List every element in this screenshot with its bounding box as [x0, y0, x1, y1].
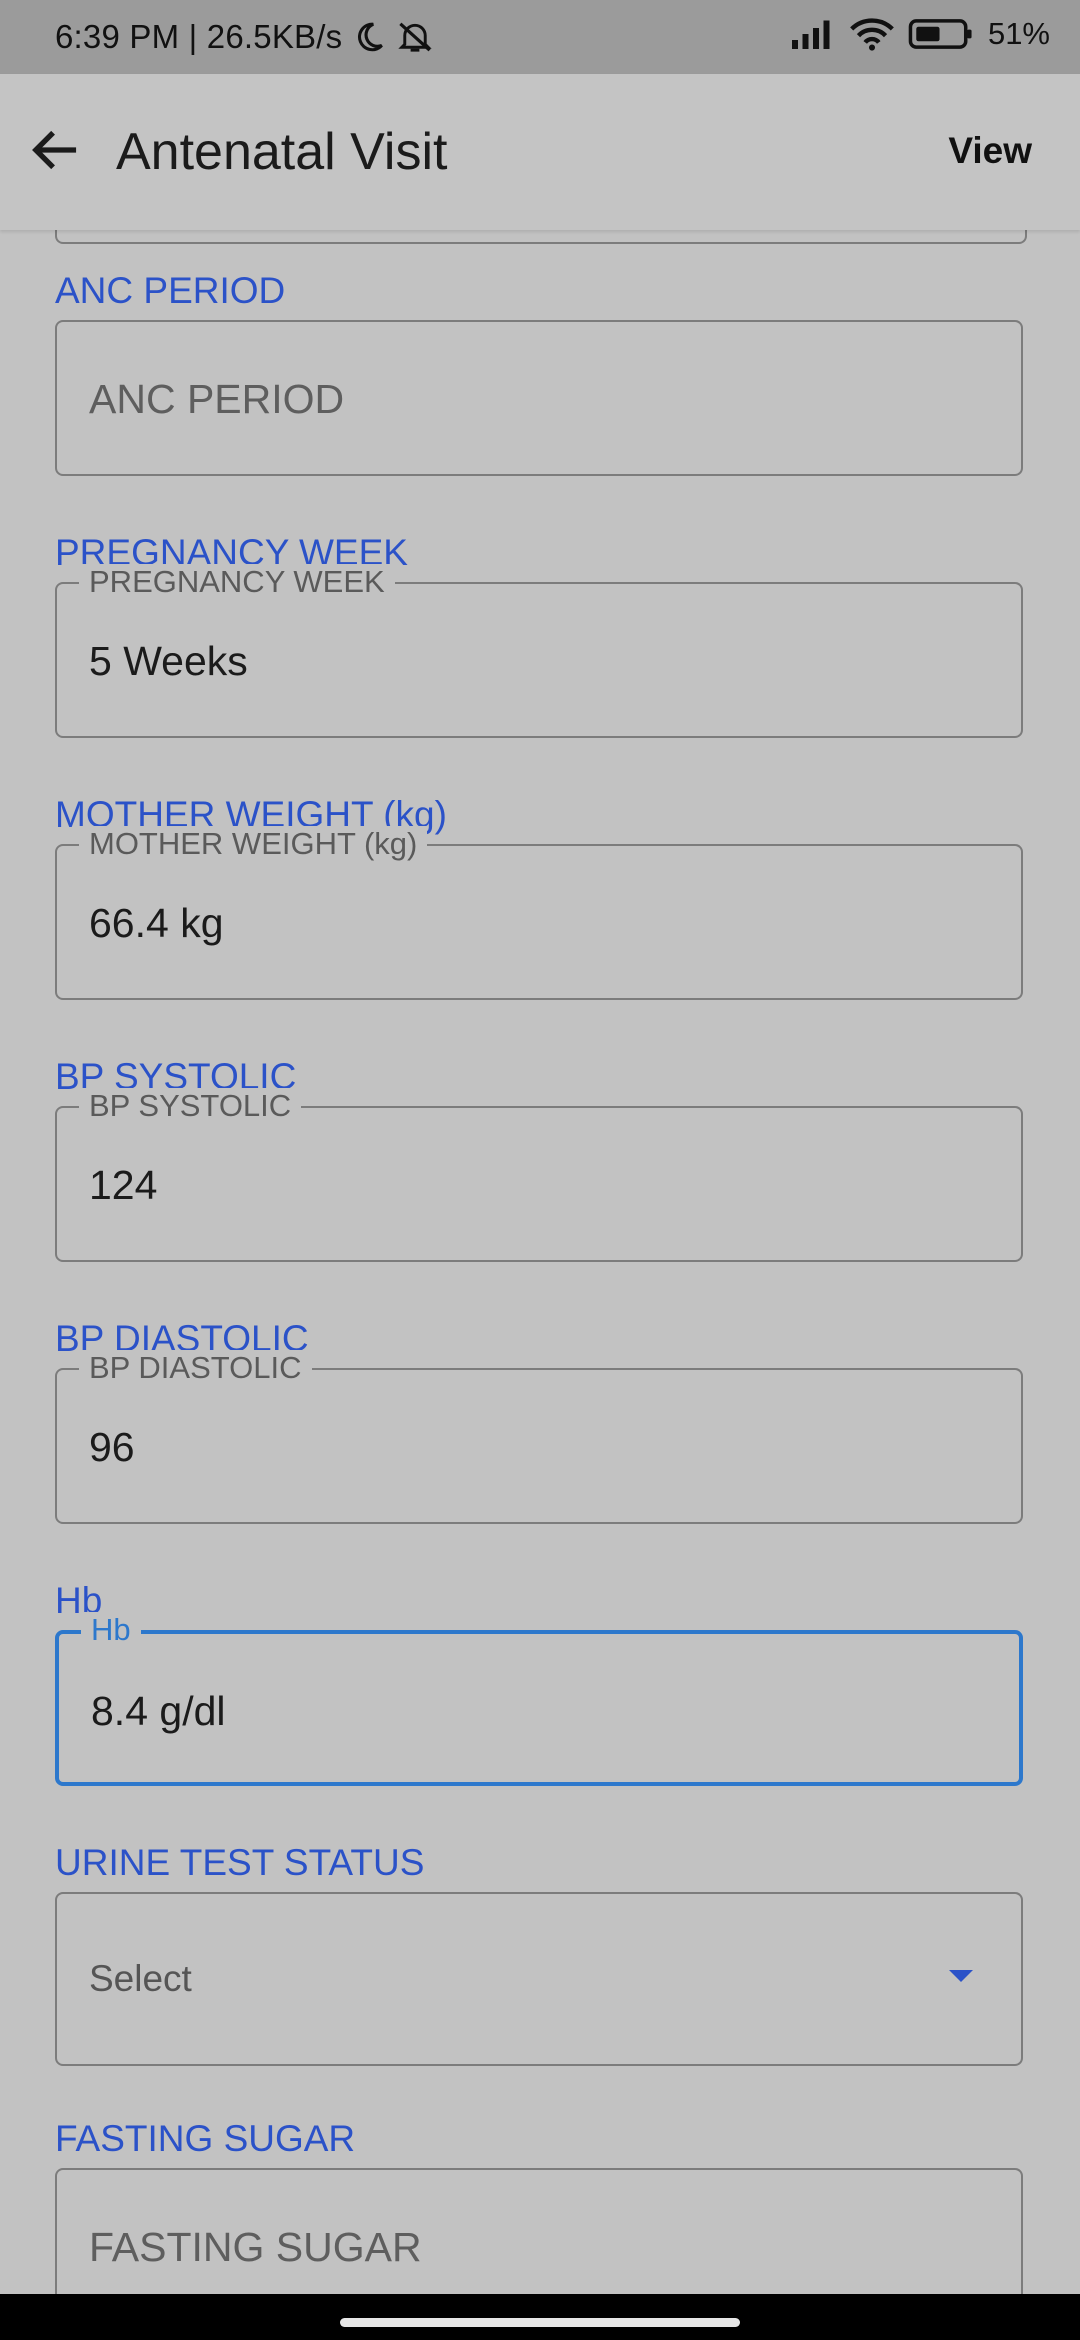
hb-value: 8.4 g/dl: [91, 1688, 226, 1734]
bp-diastolic-legend: BP DIASTOLIC: [79, 1350, 312, 1386]
bp-systolic-input[interactable]: BP SYSTOLIC 124: [55, 1088, 1023, 1262]
status-right: 51%: [790, 16, 1050, 52]
battery-percent: 51%: [987, 16, 1050, 51]
bp-systolic-legend: BP SYSTOLIC: [79, 1088, 302, 1124]
back-button[interactable]: [22, 122, 88, 182]
urine-test-status-select[interactable]: Select: [55, 1892, 1023, 2066]
hb-input[interactable]: Hb 8.4 g/dl: [55, 1612, 1023, 1786]
mother-weight-value: 66.4 kg: [89, 900, 224, 946]
anc-period-input[interactable]: ANC PERIOD: [55, 320, 1023, 476]
moon-icon: [352, 20, 386, 54]
signal-icon: [790, 19, 836, 49]
bp-systolic-value: 124: [89, 1162, 158, 1208]
fasting-sugar-placeholder: FASTING SUGAR: [89, 2224, 422, 2270]
status-bar: 6:39 PM | 26.5KB/s 51%: [0, 0, 1080, 74]
home-gesture-bar[interactable]: [340, 2318, 740, 2327]
status-left: 6:39 PM | 26.5KB/s: [55, 18, 434, 56]
page-title: Antenatal Visit: [116, 123, 448, 181]
bp-diastolic-input[interactable]: BP DIASTOLIC 96: [55, 1350, 1023, 1524]
fasting-sugar-label: FASTING SUGAR: [55, 2118, 356, 2159]
battery-icon: [908, 18, 974, 50]
fasting-sugar-input[interactable]: FASTING SUGAR: [55, 2168, 1023, 2294]
hb-legend: Hb: [81, 1612, 141, 1648]
urine-test-status-selected: Select: [89, 1958, 192, 1999]
anc-period-label: ANC PERIOD: [55, 270, 286, 311]
view-button[interactable]: View: [948, 130, 1032, 172]
dropdown-arrow-icon: [949, 1970, 973, 1982]
pregnancy-week-value: 5 Weeks: [89, 638, 248, 684]
urine-test-status-label: URINE TEST STATUS: [55, 1842, 425, 1883]
bp-diastolic-value: 96: [89, 1424, 135, 1470]
visit-form: ANC PERIOD ANC PERIOD PREGNANCY WEEK PRE…: [0, 230, 1080, 2294]
muted-bell-icon: [396, 19, 434, 55]
navigation-bar: [0, 2294, 1080, 2340]
pregnancy-week-legend: PREGNANCY WEEK: [79, 564, 395, 600]
wifi-icon: [850, 17, 894, 51]
app-bar: Antenatal Visit View: [0, 74, 1080, 230]
status-time-speed: 6:39 PM | 26.5KB/s: [55, 18, 343, 55]
pregnancy-week-input[interactable]: PREGNANCY WEEK 5 Weeks: [55, 564, 1023, 738]
mother-weight-legend: MOTHER WEIGHT (kg): [79, 826, 428, 862]
arrow-back-icon: [29, 127, 81, 178]
anc-period-placeholder: ANC PERIOD: [89, 376, 345, 422]
mother-weight-input[interactable]: MOTHER WEIGHT (kg) 66.4 kg: [55, 826, 1023, 1000]
previous-field-box[interactable]: [55, 230, 1027, 244]
